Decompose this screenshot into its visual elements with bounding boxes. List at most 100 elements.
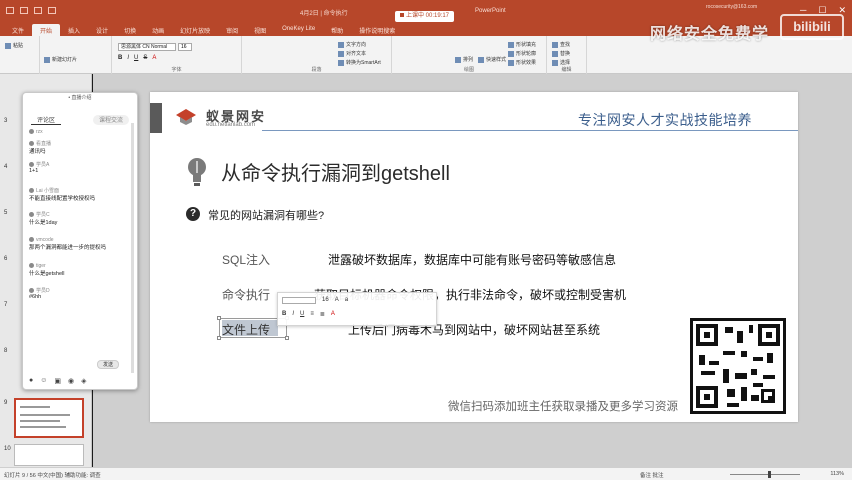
slide-thumbnail[interactable] xyxy=(14,444,84,466)
shape-fill-label: 形状填充 xyxy=(516,42,537,48)
undo-icon[interactable] xyxy=(20,7,28,14)
comment-item: 学员D #6hh xyxy=(29,287,133,300)
tab-file[interactable]: 文件 xyxy=(4,24,32,36)
font-name-select[interactable]: 思源黑体 CN Normal xyxy=(118,43,176,51)
recording-indicator[interactable]: 上课中 00:19:17 xyxy=(395,11,455,22)
new-slide-button[interactable]: 新建幻灯片 xyxy=(44,56,77,63)
tab-design[interactable]: 设计 xyxy=(88,24,116,36)
redo-icon[interactable] xyxy=(34,7,42,14)
slide[interactable]: 蚁景网安 edu.hetianlab.com 专注网安人才实战技能培养 从命令执… xyxy=(150,92,798,422)
select-button[interactable]: 选择 xyxy=(552,59,570,66)
slide-number: 7 xyxy=(4,302,8,308)
tab-animations[interactable]: 动画 xyxy=(144,24,172,36)
mic-icon[interactable]: ● xyxy=(29,377,33,385)
row-label-upload[interactable]: 文件上传 xyxy=(222,321,270,338)
tab-course-exchange[interactable]: 课程交流 xyxy=(92,115,129,125)
tab-home[interactable]: 开始 xyxy=(32,24,61,36)
quick-styles-button[interactable]: 快速样式 xyxy=(478,56,506,63)
mini-bullets-icon[interactable]: ≡ xyxy=(310,311,314,318)
align-text-button[interactable]: 对齐文本 xyxy=(338,50,366,57)
comment-panel[interactable]: • 直播介绍 评论区 课程交流 rzx 看直播 通讯吗 学员A 1+1 Lai … xyxy=(22,92,138,390)
tab-view[interactable]: 视图 xyxy=(246,24,274,36)
shape-fill-button[interactable]: 形状填充 xyxy=(508,41,536,48)
mini-align-icon[interactable]: ≣ xyxy=(320,311,325,318)
shape-outline-label: 形状轮廓 xyxy=(516,51,537,57)
tab-onekey[interactable]: OneKey Lite xyxy=(274,24,323,36)
qr-module xyxy=(727,403,739,407)
save-icon[interactable] xyxy=(6,7,14,14)
strike-button[interactable]: S xyxy=(143,55,147,61)
font-color-button[interactable]: A xyxy=(152,55,156,61)
qr-module xyxy=(767,353,773,363)
tab-slideshow[interactable]: 幻灯片放映 xyxy=(172,24,218,36)
arrange-button[interactable]: 排列 xyxy=(455,56,473,63)
mini-grow-icon[interactable]: A xyxy=(335,297,339,304)
gift-icon[interactable]: ◈ xyxy=(81,377,86,385)
question-text[interactable]: 常见的网站漏洞有哪些? xyxy=(208,207,324,223)
italic-button[interactable]: I xyxy=(127,55,129,61)
mini-shrink-icon[interactable]: a xyxy=(345,297,348,304)
smartart-label: 转换为SmartArt xyxy=(346,60,381,66)
resize-handle[interactable] xyxy=(285,336,289,340)
arrange-icon xyxy=(455,56,461,63)
zoom-slider[interactable] xyxy=(730,471,800,478)
qr-module xyxy=(735,373,747,379)
zoom-level[interactable]: 113% xyxy=(830,471,844,477)
present-icon[interactable] xyxy=(48,7,56,14)
paragraph-group: 段落 xyxy=(242,36,392,74)
user-account[interactable]: rocosecurity@163.com xyxy=(706,4,757,10)
zoom-slider-knob[interactable] xyxy=(768,471,771,478)
mini-font-select[interactable] xyxy=(282,297,316,304)
slide-thumbnail-active[interactable] xyxy=(14,398,84,438)
image-icon[interactable]: ▣ xyxy=(54,377,61,385)
qr-module xyxy=(751,369,757,375)
slide-number: 9 xyxy=(4,400,8,406)
mini-italic-button[interactable]: I xyxy=(292,311,294,318)
underline-button[interactable]: U xyxy=(134,55,138,61)
tell-me-search[interactable]: 操作说明搜索 xyxy=(351,24,403,36)
emoji-icon[interactable]: ☺ xyxy=(40,377,47,385)
live-intro-link[interactable]: • 直播介绍 xyxy=(23,93,137,103)
tab-help[interactable]: 帮助 xyxy=(323,24,351,36)
mini-size-select[interactable]: 16 xyxy=(322,297,329,304)
align-text-label: 对齐文本 xyxy=(346,51,367,57)
document-title: 4月2日 | 命令执行 xyxy=(300,11,348,17)
mini-underline-button[interactable]: U xyxy=(300,311,304,318)
app-name: PowerPoint xyxy=(475,8,506,14)
bold-button[interactable]: B xyxy=(118,55,122,61)
lightbulb-icon xyxy=(188,158,206,186)
resize-handle[interactable] xyxy=(217,336,221,340)
send-button[interactable]: 发送 xyxy=(97,360,119,369)
tab-transitions[interactable]: 切换 xyxy=(116,24,144,36)
comment-text: 不能直接线配置学校授权吗 xyxy=(29,196,96,202)
location-icon[interactable]: ◉ xyxy=(68,377,74,385)
thumb-line xyxy=(20,406,50,408)
row-label-sql[interactable]: SQL注入 xyxy=(222,251,270,268)
paste-button[interactable]: 粘贴 xyxy=(5,42,23,49)
shape-outline-button[interactable]: 形状轮廓 xyxy=(508,50,536,57)
powerpoint-window: 4月2日 | 命令执行 PowerPoint 上课中 00:19:17 roco… xyxy=(0,0,852,480)
thumb-line xyxy=(20,414,70,416)
resize-handle[interactable] xyxy=(217,316,221,320)
smartart-button[interactable]: 转换为SmartArt xyxy=(338,59,381,66)
row-label-cmd[interactable]: 命令执行 xyxy=(222,286,270,303)
avatar xyxy=(29,162,34,168)
qr-module xyxy=(741,351,747,357)
tab-review[interactable]: 审阅 xyxy=(218,24,246,36)
text-direction-button[interactable]: 文字方向 xyxy=(338,41,366,48)
align-text-icon xyxy=(338,50,344,57)
tab-comments[interactable]: 评论区 xyxy=(31,115,62,125)
avatar xyxy=(29,288,34,294)
row-desc-sql[interactable]: 泄露破坏数据库，数据库中可能有账号密码等敏感信息 xyxy=(328,251,616,268)
find-button[interactable]: 查找 xyxy=(552,41,570,48)
notes-comments-toggle[interactable]: 备注 批注 xyxy=(640,471,664,479)
replace-button[interactable]: 替换 xyxy=(552,50,570,57)
comment-text: 什么是1day xyxy=(29,220,58,226)
shape-effects-button[interactable]: 形状效果 xyxy=(508,59,536,66)
select-label: 选择 xyxy=(560,60,571,66)
font-size-select[interactable]: 16 xyxy=(178,43,192,51)
mini-font-color-button[interactable]: A xyxy=(331,311,335,318)
slide-title[interactable]: 从命令执行漏洞到getshell xyxy=(221,157,450,186)
tab-insert[interactable]: 插入 xyxy=(60,24,88,36)
mini-bold-button[interactable]: B xyxy=(282,311,286,318)
